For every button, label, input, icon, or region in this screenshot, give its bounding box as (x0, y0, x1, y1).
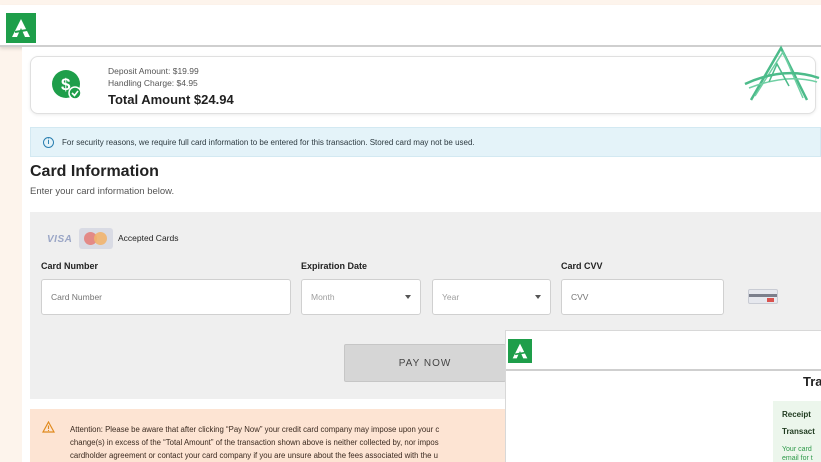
year-select-value: Year (442, 292, 460, 302)
receipt-brand-logo[interactable] (508, 339, 532, 363)
info-icon: i (43, 136, 54, 148)
amount-details: Deposit Amount: $19.99 Handling Charge: … (108, 65, 234, 107)
brand-a-icon (512, 343, 528, 359)
pay-now-button[interactable]: PAY NOW (344, 344, 506, 382)
security-alert-text: For security reasons, we require full ca… (62, 137, 475, 147)
chevron-down-icon (405, 295, 411, 299)
receipt-note-line-1: Your card (782, 446, 812, 453)
card-info-subtitle: Enter your card information below. (30, 186, 175, 197)
brand-sketch-logo-icon (741, 42, 821, 119)
total-amount: Total Amount $24.94 (108, 92, 234, 107)
cvv-input[interactable] (561, 279, 724, 315)
receipt-note: Your card email for t (782, 445, 813, 462)
deposit-amount: Deposit Amount: $19.99 (108, 66, 199, 76)
receipt-heading: Receipt (782, 410, 811, 419)
card-number-label: Card Number (41, 261, 99, 271)
expiration-date-label: Expiration Date (301, 261, 368, 271)
receipt-note-line-2: email for t (782, 455, 813, 462)
dollar-check-icon: $ (51, 69, 83, 106)
top-header-bar (0, 5, 821, 47)
receipt-window-title: Tra (803, 374, 821, 389)
handling-charge: Handling Charge: $4.95 (108, 78, 198, 88)
warning-icon (41, 420, 56, 437)
visa-logo: VISA (47, 234, 73, 245)
brand-logo[interactable] (6, 13, 36, 43)
receipt-window: Tra Receipt Transact Your card email for… (505, 330, 821, 462)
year-select[interactable]: Year (432, 279, 551, 315)
credit-card-back-icon (748, 289, 778, 304)
amount-summary-card: $ Deposit Amount: $19.99 Handling Charge… (30, 45, 820, 114)
chevron-down-icon (535, 295, 541, 299)
card-number-input[interactable] (41, 279, 291, 315)
month-select[interactable]: Month (301, 279, 421, 315)
transaction-heading: Transact (782, 427, 815, 436)
card-info-title: Card Information (30, 163, 159, 180)
card-cvv-label: Card CVV (561, 261, 603, 271)
month-select-value: Month (311, 292, 335, 302)
mastercard-logo-icon (79, 228, 113, 249)
receipt-window-header (506, 331, 821, 371)
security-alert: i For security reasons, we require full … (30, 127, 821, 157)
receipt-panel: Receipt Transact Your card email for t (773, 401, 821, 462)
brand-a-icon (12, 19, 30, 37)
accepted-cards-label: Accepted Cards (118, 233, 179, 243)
